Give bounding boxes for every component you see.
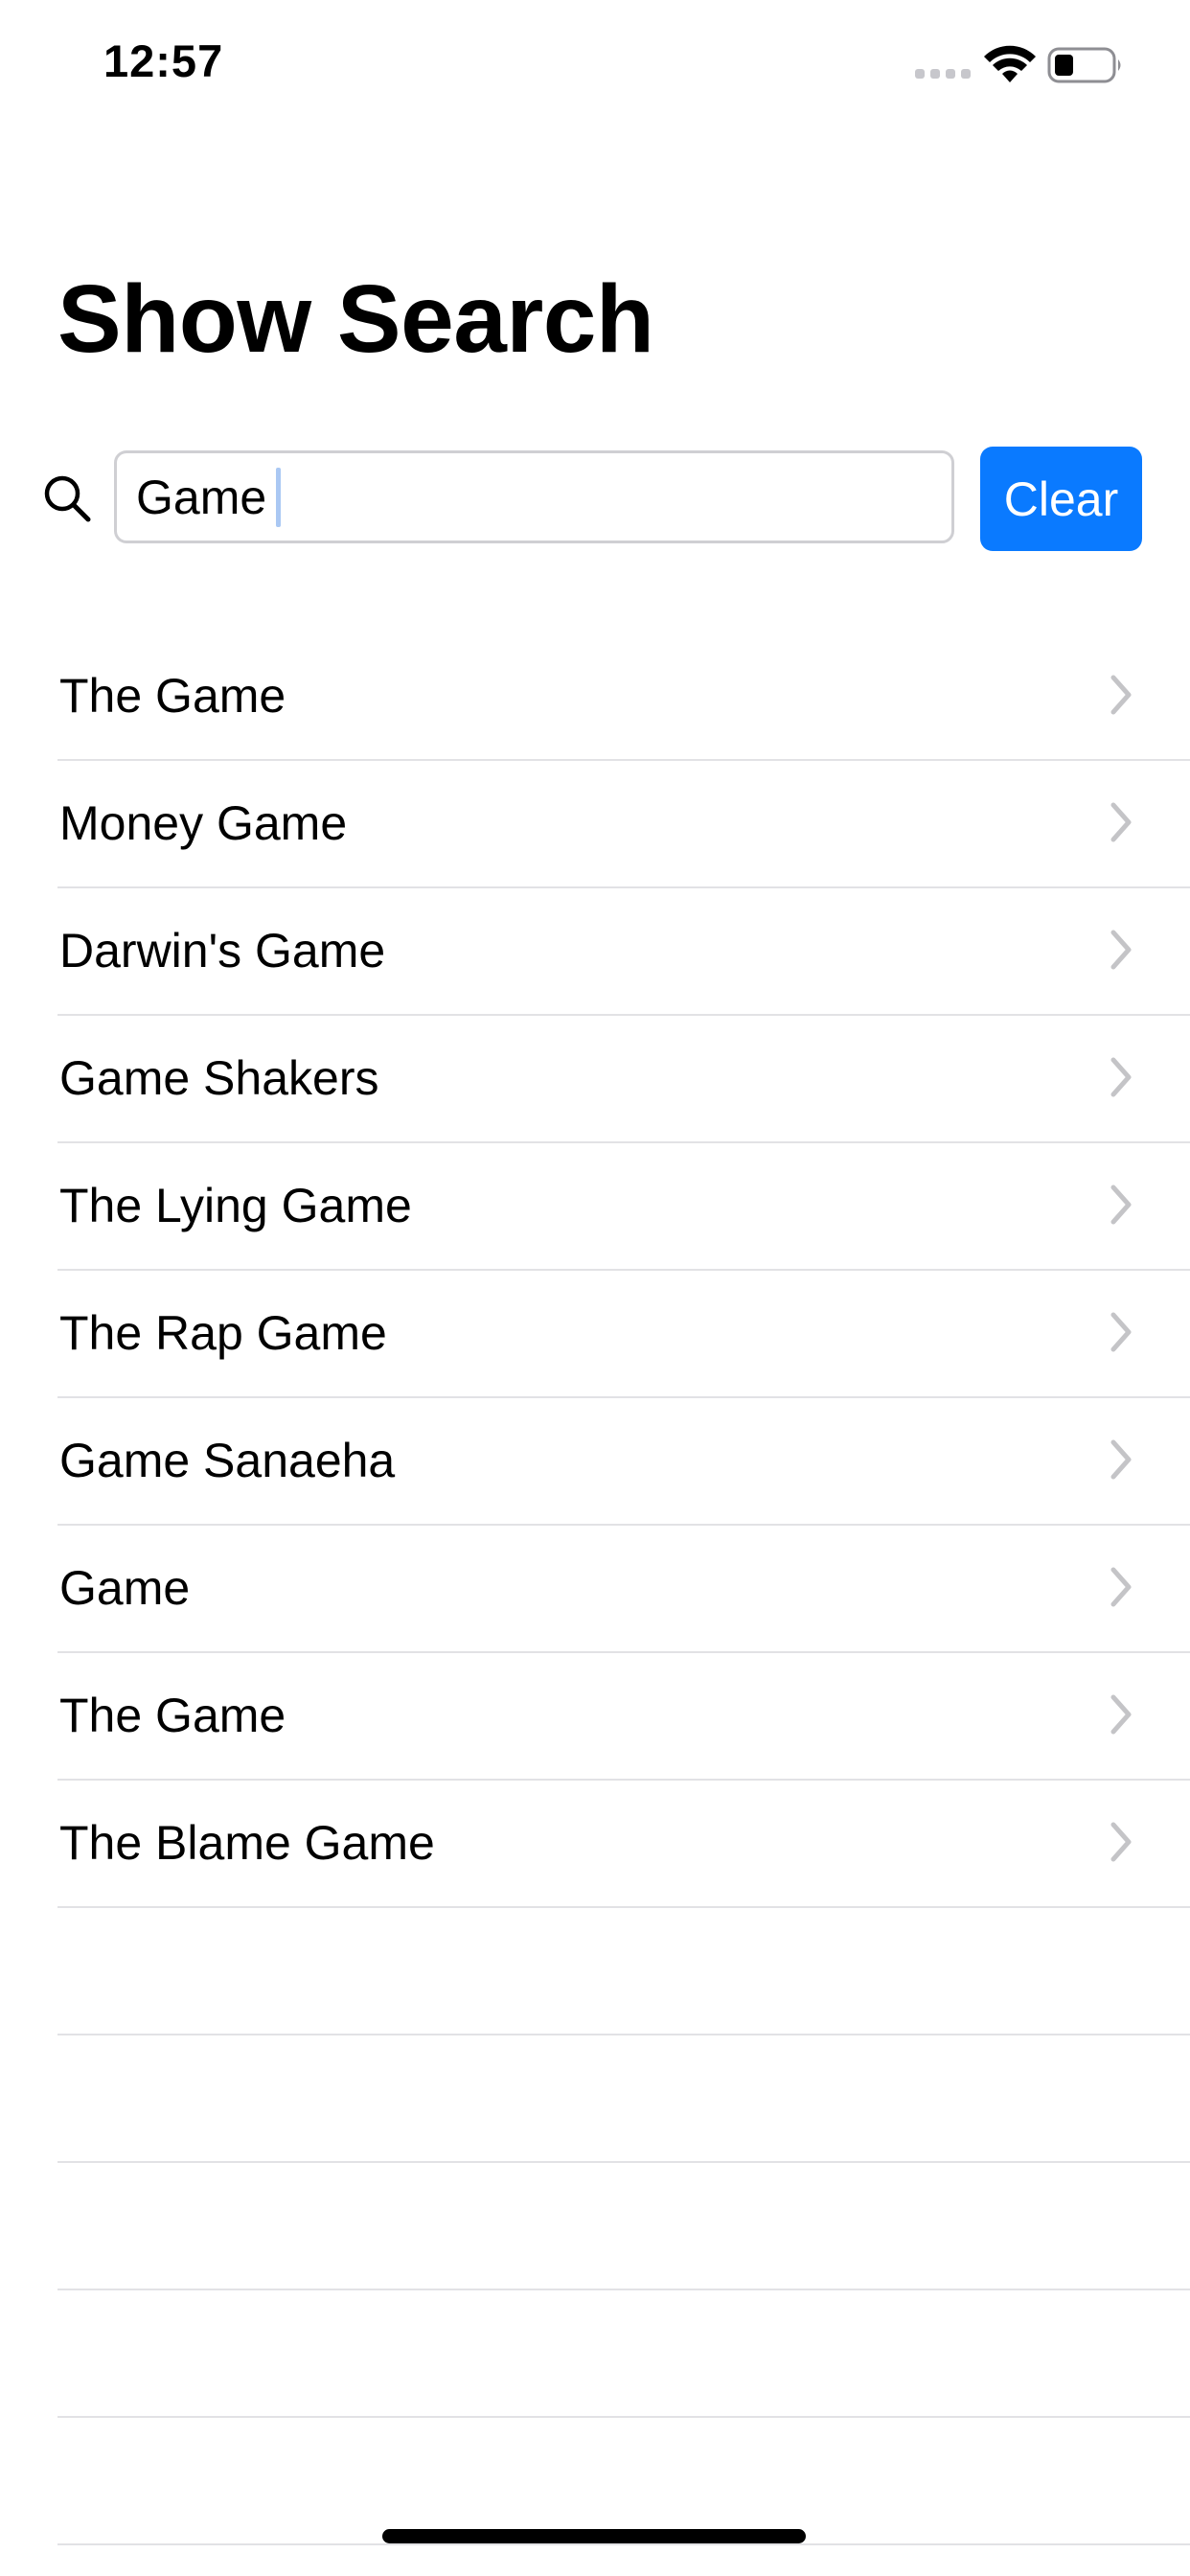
search-bar: Game Clear — [0, 447, 1190, 552]
empty-row — [57, 2163, 1190, 2290]
list-item-title: The Rap Game — [59, 1306, 387, 1360]
list-item[interactable]: The Blame Game — [57, 1781, 1190, 1908]
list-item-title: The Game — [59, 669, 286, 723]
list-item[interactable]: Game Sanaeha — [57, 1398, 1190, 1526]
wifi-icon — [984, 45, 1036, 82]
chevron-right-icon — [1110, 1439, 1132, 1480]
search-icon — [44, 475, 91, 522]
text-caret — [276, 467, 282, 527]
list-item-title: The Blame Game — [59, 1816, 435, 1870]
chevron-right-icon — [1110, 802, 1132, 842]
empty-row — [57, 2036, 1190, 2163]
chevron-right-icon — [1110, 1057, 1132, 1097]
status-time: 12:57 — [103, 35, 224, 86]
results-list: The Game Money Game Darwin's Game Game Shak… — [0, 633, 1190, 2545]
empty-row — [57, 1908, 1190, 2036]
list-item-title: Money Game — [59, 796, 348, 850]
list-item[interactable]: Money Game — [57, 761, 1190, 888]
list-item[interactable]: The Game — [57, 1653, 1190, 1781]
list-item[interactable]: The Rap Game — [57, 1271, 1190, 1398]
home-indicator[interactable] — [382, 2529, 806, 2543]
list-item-title: The Game — [59, 1689, 286, 1742]
list-item-title: The Lying Game — [59, 1179, 412, 1232]
empty-row — [57, 2418, 1190, 2545]
clear-button[interactable]: Clear — [980, 447, 1142, 551]
chevron-right-icon — [1110, 1184, 1132, 1225]
page-title: Show Search — [57, 265, 654, 373]
battery-icon — [1047, 47, 1121, 83]
search-input-value: Game — [136, 470, 267, 524]
chevron-right-icon — [1110, 1694, 1132, 1735]
chevron-right-icon — [1110, 930, 1132, 970]
list-item[interactable]: The Game — [57, 633, 1190, 761]
list-item[interactable]: The Lying Game — [57, 1143, 1190, 1271]
list-item[interactable]: Game Shakers — [57, 1016, 1190, 1143]
list-item[interactable]: Game — [57, 1526, 1190, 1653]
list-item[interactable]: Darwin's Game — [57, 888, 1190, 1016]
list-item-title: Game — [59, 1561, 191, 1615]
search-input[interactable]: Game — [114, 450, 954, 543]
status-bar: 12:57 — [0, 0, 1190, 126]
chevron-right-icon — [1110, 675, 1132, 715]
list-item-title: Game Shakers — [59, 1051, 379, 1105]
list-item-title: Game Sanaeha — [59, 1434, 396, 1487]
chevron-right-icon — [1110, 1822, 1132, 1862]
chevron-right-icon — [1110, 1312, 1132, 1352]
chevron-right-icon — [1110, 1567, 1132, 1607]
signal-icon — [915, 69, 971, 80]
list-item-title: Darwin's Game — [59, 924, 386, 978]
empty-row — [57, 2290, 1190, 2418]
